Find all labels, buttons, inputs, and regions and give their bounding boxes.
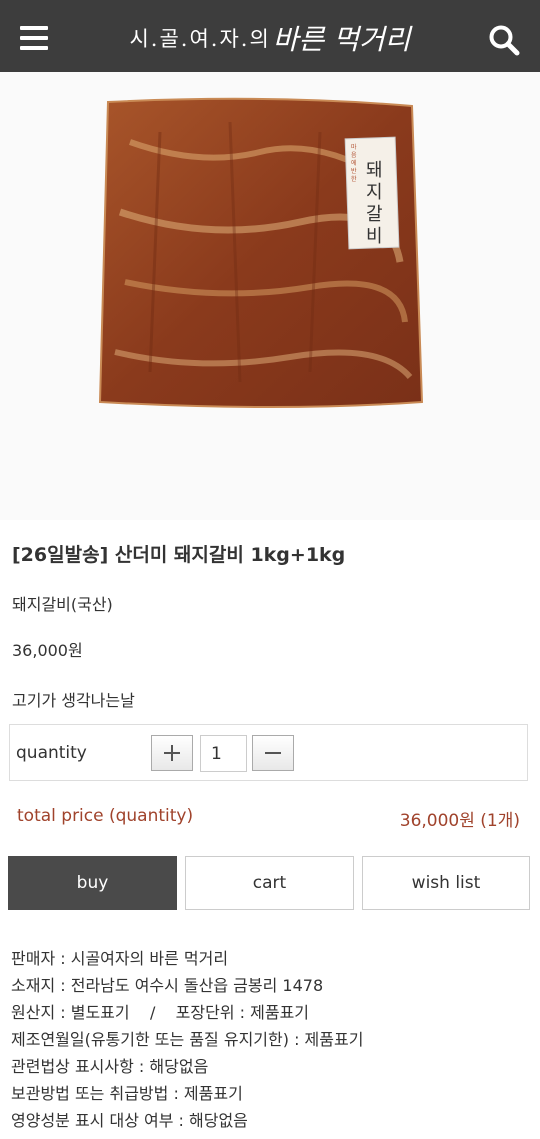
quantity-label: quantity [16, 743, 87, 763]
total-price-value: 36,000원 (1개) [399, 811, 520, 831]
info-storage: 보관방법 또는 취급방법 : 제품표기 [11, 1084, 243, 1103]
product-price: 36,000원 [12, 641, 83, 660]
quantity-selector: quantity [9, 724, 528, 781]
package-label: 돼지갈비 [366, 160, 383, 247]
logo-main-text: 시.골.여.자.의 [129, 27, 271, 51]
info-seller: 판매자 : 시골여자의 바른 먹거리 [11, 949, 229, 968]
info-origin: 원산지 : 별도표기 / 포장단위 : 제품표기 [11, 1003, 310, 1022]
product-image[interactable]: 돼지갈비 마음에 반한 [0, 72, 540, 520]
product-tagline: 고기가 생각나는날 [12, 691, 135, 710]
quantity-increase-button[interactable] [151, 735, 193, 771]
action-buttons: buy cart wish list [8, 856, 530, 910]
package-sublabel: 마음에 반한 [351, 144, 357, 183]
quantity-input[interactable] [200, 735, 247, 772]
product-subtitle: 돼지갈비(국산) [12, 595, 113, 614]
product-title: [26일발송] 산더미 돼지갈비 1kg+1kg [12, 544, 346, 566]
total-price-row: total price (quantity) 36,000원 (1개) [17, 806, 520, 831]
info-manufacture-date: 제조연월일(유통기한 또는 품질 유지기한) : 제품표기 [11, 1030, 364, 1049]
wish-list-button[interactable]: wish list [362, 856, 530, 910]
info-nutrition: 영양성분 표시 대상 여부 : 해당없음 [11, 1111, 248, 1130]
total-price-label: total price (quantity) [17, 806, 194, 826]
info-location: 소재지 : 전라남도 여수시 돌산읍 금봉리 1478 [11, 976, 324, 995]
info-legal-notice: 관련법상 표시사항 : 해당없음 [11, 1057, 209, 1076]
search-icon[interactable] [488, 24, 520, 56]
buy-button[interactable]: buy [8, 856, 177, 910]
logo-script-text: 바른 먹거리 [272, 23, 411, 56]
site-logo[interactable]: 시.골.여.자.의바른 먹거리 [0, 18, 540, 58]
plus-icon-vertical [171, 745, 173, 761]
product-info-list: 판매자 : 시골여자의 바른 먹거리 소재지 : 전라남도 여수시 돌산읍 금봉… [11, 945, 532, 1134]
cart-button[interactable]: cart [185, 856, 354, 910]
quantity-decrease-button[interactable] [252, 735, 294, 771]
top-header: 시.골.여.자.의바른 먹거리 [0, 0, 540, 72]
minus-icon [265, 752, 281, 754]
